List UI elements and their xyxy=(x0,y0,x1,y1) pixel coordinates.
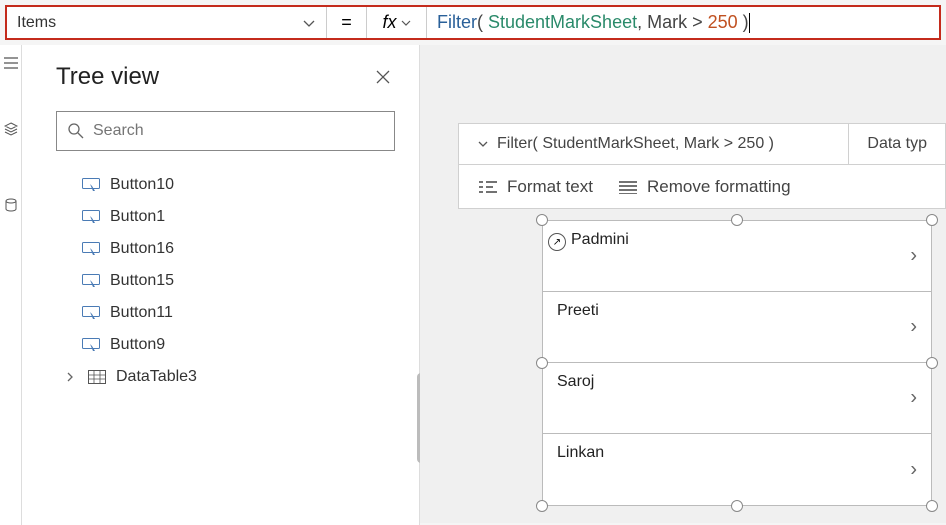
gallery-row-name: Saroj xyxy=(557,373,594,391)
resize-handle[interactable] xyxy=(926,500,938,512)
gallery-row[interactable]: ↗ Padmini › xyxy=(543,221,931,292)
chevron-right-icon[interactable]: › xyxy=(910,245,917,268)
rail-layers-icon[interactable] xyxy=(0,111,22,147)
chevron-down-icon xyxy=(302,16,316,30)
tree-title: Tree view xyxy=(56,63,159,91)
search-icon xyxy=(67,122,85,140)
formula-token-func: Filter xyxy=(437,12,477,33)
table-icon xyxy=(88,369,106,385)
tree-item-button15[interactable]: Button15 xyxy=(22,265,419,297)
resize-handle[interactable] xyxy=(536,500,548,512)
chevron-right-icon[interactable] xyxy=(62,372,78,382)
chevron-right-icon[interactable]: › xyxy=(910,458,917,481)
left-rail xyxy=(0,45,22,525)
formula-bar: Items = fx Filter( StudentMarkSheet, Mar… xyxy=(5,5,941,40)
format-icon xyxy=(479,180,497,194)
gallery-row[interactable]: Preeti › xyxy=(543,292,931,363)
equals-label: = xyxy=(341,12,352,33)
formula-token-close: ) xyxy=(738,12,749,33)
formula-token-datasource: StudentMarkSheet xyxy=(488,12,637,33)
formula-token-sep: , Mark > xyxy=(637,12,708,33)
formula-result-bar: Filter( StudentMarkSheet, Mark > 250 ) D… xyxy=(458,123,946,165)
tree-item-button11[interactable]: Button11 xyxy=(22,297,419,329)
formula-token-number: 250 xyxy=(708,12,738,33)
tree-item-label: Button11 xyxy=(110,304,173,322)
remove-format-icon xyxy=(619,180,637,194)
gallery-row-name: Padmini xyxy=(571,231,629,249)
tree-item-button9[interactable]: Button9 xyxy=(22,329,419,361)
remove-formatting-label: Remove formatting xyxy=(647,177,791,197)
text-cursor xyxy=(749,13,750,33)
fx-cell[interactable]: fx xyxy=(367,7,427,38)
gallery-control[interactable]: ↗ Padmini › Preeti › Saroj › Linkan › xyxy=(542,220,932,506)
gallery-row-name: Preeti xyxy=(557,302,599,320)
chevron-down-icon xyxy=(401,18,411,28)
search-input[interactable] xyxy=(93,122,384,140)
resize-handle[interactable] xyxy=(536,214,548,226)
resize-handle[interactable] xyxy=(731,214,743,226)
formula-token-open: ( xyxy=(477,12,488,33)
result-datatype-segment[interactable]: Data typ xyxy=(849,124,945,164)
gallery-row[interactable]: Linkan › xyxy=(543,434,931,505)
tree-search[interactable] xyxy=(56,111,395,151)
tree-header: Tree view xyxy=(22,63,419,105)
tree-item-label: Button10 xyxy=(110,176,174,194)
button-icon xyxy=(82,337,100,353)
button-icon xyxy=(82,241,100,257)
button-icon xyxy=(82,305,100,321)
result-formula-segment[interactable]: Filter( StudentMarkSheet, Mark > 250 ) xyxy=(459,124,849,164)
tree-item-datatable3[interactable]: DataTable3 xyxy=(22,361,419,393)
format-text-label: Format text xyxy=(507,177,593,197)
button-icon xyxy=(82,209,100,225)
fx-label: fx xyxy=(382,12,396,33)
tree-item-label: DataTable3 xyxy=(116,368,197,386)
button-icon xyxy=(82,273,100,289)
gallery-row-name: Linkan xyxy=(557,444,604,462)
resize-handle[interactable] xyxy=(926,214,938,226)
resize-handle[interactable] xyxy=(536,357,548,369)
tree-view-panel: Tree view Button10 Button1 Button16 Butt… xyxy=(22,45,420,525)
chevron-right-icon[interactable]: › xyxy=(910,387,917,410)
canvas-area: Filter( StudentMarkSheet, Mark > 250 ) D… xyxy=(420,45,946,523)
chevron-right-icon[interactable]: › xyxy=(910,316,917,339)
rail-data-icon[interactable] xyxy=(0,187,22,223)
close-icon[interactable] xyxy=(375,69,391,85)
equals-cell: = xyxy=(327,7,367,38)
result-formula-text: Filter( StudentMarkSheet, Mark > 250 ) xyxy=(497,135,774,153)
tree-list: Button10 Button1 Button16 Button15 Butto… xyxy=(22,165,419,393)
tree-item-label: Button15 xyxy=(110,272,174,290)
property-name: Items xyxy=(17,14,56,32)
resize-handle[interactable] xyxy=(731,500,743,512)
formula-toolbar: Format text Remove formatting xyxy=(458,165,946,209)
tree-item-label: Button1 xyxy=(110,208,165,226)
rail-tree-icon[interactable] xyxy=(0,45,22,81)
property-selector[interactable]: Items xyxy=(7,7,327,38)
chevron-down-icon xyxy=(477,138,489,150)
target-icon: ↗ xyxy=(548,233,566,251)
tree-item-label: Button9 xyxy=(110,336,165,354)
tree-item-button1[interactable]: Button1 xyxy=(22,201,419,233)
tree-item-button10[interactable]: Button10 xyxy=(22,169,419,201)
result-datatype-text: Data typ xyxy=(867,135,927,153)
formula-input[interactable]: Filter( StudentMarkSheet, Mark > 250 ) xyxy=(427,7,939,38)
resize-handle[interactable] xyxy=(926,357,938,369)
button-icon xyxy=(82,177,100,193)
gallery-body: ↗ Padmini › Preeti › Saroj › Linkan › xyxy=(542,220,932,506)
tree-item-button16[interactable]: Button16 xyxy=(22,233,419,265)
gallery-row[interactable]: Saroj › xyxy=(543,363,931,434)
format-text-button[interactable]: Format text xyxy=(479,177,593,197)
remove-formatting-button[interactable]: Remove formatting xyxy=(619,177,791,197)
tree-item-label: Button16 xyxy=(110,240,174,258)
